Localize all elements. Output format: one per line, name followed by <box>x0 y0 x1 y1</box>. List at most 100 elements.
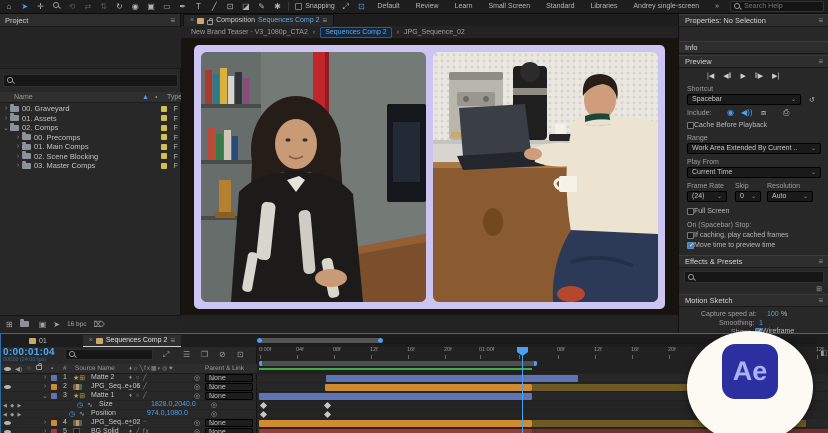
composition-mini-flowchart-icon[interactable]: ⤢ <box>163 350 169 360</box>
layer-switches[interactable]: ♦ ○ − <box>129 419 148 425</box>
selection-tool-icon[interactable]: ➤ <box>20 0 30 13</box>
property-row-size[interactable]: ◀ ◆ ▶ ◷ ∿ Size 1828.0,2040.0 ◎ <box>1 401 257 410</box>
layer-row-matte-2[interactable]: › 1 ★⊞ Matte 2 ♦ ○ ╱ ◎ None ⌄ <box>1 374 257 383</box>
effects-search-input[interactable] <box>698 273 820 281</box>
project-item-master-comps[interactable]: › 03. Master Comps F <box>0 160 181 171</box>
panel-menu-icon[interactable]: ≡ <box>818 296 823 305</box>
effects-search-box[interactable] <box>684 271 824 283</box>
shape-tool-icon[interactable]: ▭ <box>162 0 172 13</box>
pick-whip-icon[interactable]: ◎ <box>194 428 200 433</box>
label-color-swatch[interactable] <box>161 124 167 131</box>
full-screen-checkbox[interactable] <box>687 208 694 215</box>
resize-icon[interactable]: ⤢ <box>341 0 351 13</box>
pick-whip-icon[interactable]: ◎ <box>211 410 217 418</box>
layer-name[interactable]: Matte 1 <box>91 392 114 399</box>
stopwatch-icon[interactable]: ◷ <box>69 410 75 418</box>
project-search-box[interactable] <box>3 74 178 87</box>
grid-guides-icon[interactable]: ⊡ <box>357 0 367 13</box>
layer-row-matte-1[interactable]: ⌄ 3 ★⊞ Matte 1 ♦ ○ ╱ ◎ None ⌄ <box>1 392 257 401</box>
layer-name[interactable]: BG Solid <box>91 428 119 433</box>
expand-arrow-icon[interactable]: › <box>14 143 22 150</box>
collapse-arrow-icon[interactable]: ⌄ <box>2 124 10 132</box>
pan-behind-tool-icon[interactable]: ▣ <box>146 0 156 13</box>
snapping-checkbox[interactable] <box>295 3 303 10</box>
project-bit-depth[interactable]: 16 bpc <box>67 321 87 328</box>
close-icon[interactable]: × <box>190 17 194 24</box>
project-item-comps[interactable]: ⌄ 02. Comps F <box>0 122 181 133</box>
workspace-learn[interactable]: Learn <box>455 3 473 10</box>
timeline-zoom-handle[interactable] <box>257 338 383 343</box>
timeline-tab-01[interactable]: 01 <box>23 335 53 347</box>
timeline-tab-sequences-comp-2[interactable]: × Sequences Comp 2 ≡ <box>82 335 182 347</box>
include-audio-speaker-icon[interactable]: ◀)) <box>741 108 752 117</box>
layer-switches[interactable]: ♦ ○ ╱ <box>129 383 148 390</box>
timeline-search-box[interactable] <box>65 349 153 360</box>
keyframe-navigator[interactable]: ◀ ◆ ▶ <box>3 403 22 409</box>
workspace-review[interactable]: Review <box>416 3 439 10</box>
workspace-overflow-chevron[interactable]: » <box>715 3 719 10</box>
effects-presets-header[interactable]: Effects & Presets ≡ <box>679 255 828 268</box>
move-time-row[interactable]: Move time to preview time <box>687 242 775 250</box>
new-composition-icon[interactable]: ▣ <box>39 320 47 329</box>
layer-switches[interactable]: ♦ ○ ╱ <box>129 374 148 381</box>
hand-tool-icon[interactable]: ✛ <box>36 0 46 13</box>
property-name[interactable]: Position <box>91 410 116 417</box>
include-overlays-icon[interactable]: ⧈ <box>761 108 766 118</box>
search-help-input[interactable] <box>744 3 823 10</box>
dolly-camera-tool-icon[interactable]: ⇅ <box>99 0 109 13</box>
panel-menu-icon[interactable]: ≡ <box>170 336 175 345</box>
graph-icon[interactable]: ∿ <box>87 401 93 409</box>
label-color-swatch[interactable] <box>161 153 167 160</box>
preview-panel-header[interactable]: Preview ≡ <box>679 55 828 68</box>
resolution-quality-dropdown[interactable]: Auto ⌄ <box>767 191 813 202</box>
label-color-swatch[interactable] <box>161 134 167 141</box>
expand-arrow-icon[interactable]: › <box>41 383 49 390</box>
graph-editor-toggle-icon[interactable]: ⊡ <box>237 350 244 359</box>
layer-bar-matte-1[interactable] <box>259 393 532 400</box>
shortcut-dropdown[interactable]: Spacebar ⌄ <box>687 94 801 105</box>
keyframe-navigator[interactable]: ◀ ◆ ▶ <box>3 412 22 418</box>
parent-dropdown[interactable]: None ⌄ <box>205 419 253 427</box>
next-frame-icon[interactable]: ‖▶ <box>755 72 763 80</box>
expand-arrow-icon[interactable]: › <box>2 105 10 112</box>
render-settings-rocket-icon[interactable]: ➤ <box>53 320 60 329</box>
parent-link-header[interactable]: Parent & Link <box>205 365 244 372</box>
camera-tool-icon[interactable]: ◉ <box>130 0 140 13</box>
eraser-tool-icon[interactable]: ◪ <box>241 0 251 13</box>
workspace-libraries[interactable]: Libraries <box>591 3 618 10</box>
workspace-default[interactable]: Default <box>377 3 399 10</box>
property-value[interactable]: 974.0,1080.0 <box>147 410 188 417</box>
zoom-tool-icon[interactable] <box>51 0 61 13</box>
brush-tool-icon[interactable]: ╱ <box>209 0 219 13</box>
play-cached-frames-row[interactable]: If caching, play cached frames <box>687 232 789 239</box>
expand-arrow-icon[interactable]: › <box>41 428 49 433</box>
smoothing-value[interactable]: 1 <box>759 320 763 327</box>
clone-stamp-tool-icon[interactable]: ⊡ <box>225 0 235 13</box>
parent-dropdown[interactable]: None ⌄ <box>205 428 253 433</box>
info-panel-header[interactable]: Info <box>679 41 828 54</box>
pick-whip-icon[interactable]: ◎ <box>194 374 200 382</box>
search-help-box[interactable] <box>730 1 825 12</box>
property-value[interactable]: 1828.0,2040.0 <box>151 401 196 408</box>
include-video-eye-icon[interactable]: ◉ <box>727 108 734 117</box>
project-item-assets[interactable]: › 01. Assets F <box>0 113 181 124</box>
panel-menu-icon[interactable]: ≡ <box>818 257 823 266</box>
motion-sketch-header[interactable]: Motion Sketch ≡ <box>679 294 828 307</box>
label-color-swatch[interactable] <box>161 105 167 112</box>
close-icon[interactable]: × <box>89 337 93 344</box>
breadcrumb-current[interactable]: Sequences Comp 2 <box>320 26 392 38</box>
pick-whip-icon[interactable]: ◎ <box>194 392 200 400</box>
column-name[interactable]: Name <box>14 94 33 101</box>
move-time-checkbox[interactable] <box>687 242 695 250</box>
composition-viewer[interactable] <box>181 39 678 315</box>
property-name[interactable]: Size <box>99 401 113 408</box>
properties-panel-header[interactable]: Properties: No Selection ≡ <box>679 14 828 27</box>
panel-menu-icon[interactable]: ≡ <box>818 57 823 66</box>
layer-bar-jpg-seq-06[interactable] <box>325 384 532 391</box>
layer-name[interactable]: Matte 2 <box>91 374 114 381</box>
type-tool-icon[interactable]: T <box>194 0 204 13</box>
label-column-icon[interactable]: ⬩ <box>155 94 158 102</box>
share-icon[interactable]: ⎙ <box>783 108 789 118</box>
collapse-arrow-icon[interactable]: ⌄ <box>41 392 49 400</box>
project-item-main-comps[interactable]: › 01. Main Comps F <box>0 141 181 152</box>
